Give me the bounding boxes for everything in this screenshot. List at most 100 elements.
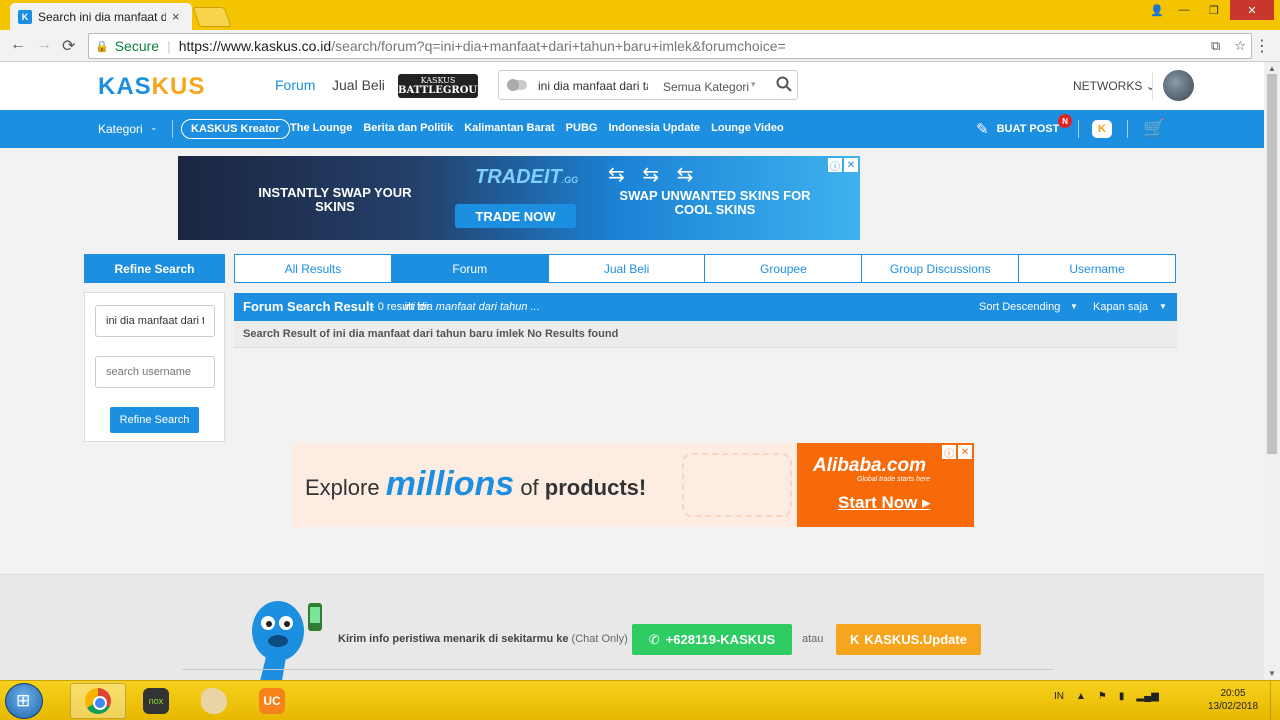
- kategori-menu[interactable]: Kategori: [98, 122, 143, 136]
- tab-jual-beli[interactable]: Jual Beli: [549, 255, 706, 282]
- new-tab-button[interactable]: [192, 7, 232, 27]
- header-divider: [1152, 72, 1153, 100]
- search-category-select[interactable]: Semua Kategori: [663, 80, 749, 94]
- language-indicator[interactable]: IN: [1054, 691, 1064, 702]
- back-arrow-icon[interactable]: ←: [10, 36, 26, 54]
- tab-forum[interactable]: Forum: [391, 255, 549, 282]
- battleground-logo[interactable]: KASKUS BATTLEGROUND: [398, 74, 495, 98]
- clock-date: 13/02/2018: [1207, 701, 1259, 712]
- taskbar-uc-browser[interactable]: UC: [244, 683, 300, 719]
- result-header: Forum Search Result - 0 result for ini d…: [234, 293, 1177, 321]
- search-input[interactable]: ini dia manfaat dari tahun baru imlek: [538, 79, 648, 93]
- sort-dropdown[interactable]: Sort Descending: [979, 301, 1060, 313]
- search-toggle[interactable]: [507, 79, 527, 91]
- nav-link-pubg[interactable]: PUBG: [566, 122, 598, 134]
- battery-icon[interactable]: ▮: [1119, 691, 1125, 702]
- atau-text: atau: [802, 633, 824, 645]
- browser-tab[interactable]: K Search ini dia manfaat dari tahun baru…: [10, 3, 192, 30]
- minimize-button[interactable]: —: [1170, 0, 1198, 20]
- trade-now-button[interactable]: TRADE NOW: [455, 204, 576, 228]
- tab-all-results[interactable]: All Results: [235, 255, 392, 282]
- close-window-button[interactable]: ✕: [1230, 0, 1274, 20]
- nox-icon: nox: [143, 688, 169, 714]
- start-button[interactable]: [5, 683, 43, 719]
- lock-icon: 🔒: [95, 40, 109, 53]
- ad-close-icon[interactable]: ✕: [958, 445, 972, 459]
- tab-username[interactable]: Username: [1019, 255, 1175, 282]
- ad-close-icon[interactable]: ✕: [844, 158, 858, 172]
- decorative-shapes: [682, 453, 792, 517]
- cart-icon[interactable]: 🛒: [1143, 118, 1165, 139]
- nav-link-kalimantan-barat[interactable]: Kalimantan Barat: [464, 122, 554, 134]
- nav-link-the-lounge[interactable]: The Lounge: [290, 122, 352, 134]
- refine-search-button[interactable]: Refine Search: [110, 407, 199, 433]
- whatsapp-icon: ✆: [648, 631, 660, 647]
- system-tray: IN ▲ ⚑ ▮ ▂▄▆: [1054, 691, 1159, 702]
- buat-post-button[interactable]: ✎ BUAT POST: [976, 120, 1059, 138]
- nav-link-indonesia-update[interactable]: Indonesia Update: [608, 122, 700, 134]
- footer-divider: [182, 669, 1054, 670]
- tab-group-discussions[interactable]: Group Discussions: [862, 255, 1020, 282]
- url-host: https://www.kaskus.co.id: [178, 38, 332, 54]
- flag-icon[interactable]: ⚑: [1098, 691, 1107, 702]
- scroll-up-icon[interactable]: ▲: [1268, 64, 1276, 73]
- address-bar[interactable]: 🔒 Secure | https://www.kaskus.co.id/sear…: [88, 33, 1252, 59]
- ad-info-icon[interactable]: ⓘ: [828, 158, 842, 173]
- username-search-input[interactable]: [95, 356, 215, 388]
- refine-search-title: Refine Search: [84, 254, 225, 283]
- taskbar-nox[interactable]: nox: [128, 683, 184, 719]
- page-viewport: KASKUS Forum Jual Beli KASKUS BATTLEGROUN…: [0, 62, 1264, 680]
- maximize-button[interactable]: ❐: [1200, 0, 1228, 20]
- scroll-down-icon[interactable]: ▼: [1268, 669, 1276, 678]
- show-desktop-button[interactable]: [1270, 681, 1280, 720]
- chrome-icon: [85, 688, 111, 714]
- profile-icon[interactable]: 👤: [1146, 0, 1168, 20]
- search-icon[interactable]: [775, 75, 793, 93]
- caret-down-icon: ▼: [1070, 302, 1078, 311]
- page-scrollbar[interactable]: ▲ ▼: [1264, 62, 1280, 680]
- kaskus-k-icon[interactable]: K: [1092, 120, 1112, 138]
- taskbar-clock[interactable]: 20:05 13/02/2018: [1203, 687, 1263, 713]
- result-query: ini dia manfaat dari tahun ...: [404, 301, 540, 313]
- forward-arrow-icon[interactable]: →: [36, 36, 52, 54]
- no-results-message: Search Result of ini dia manfaat dari ta…: [243, 328, 619, 340]
- kaskus-search-box: ini dia manfaat dari tahun baru imlek Se…: [498, 70, 798, 100]
- signal-icon[interactable]: ▂▄▆: [1136, 691, 1158, 702]
- nav-divider: [172, 120, 173, 138]
- footer-info-text: Kirim info peristiwa menarik di sekitarm…: [338, 633, 628, 645]
- ad-info-icon[interactable]: ⓘ: [942, 445, 956, 460]
- window-controls: 👤 — ❐ ✕: [1146, 0, 1274, 20]
- nav-link-berita-politik[interactable]: Berita dan Politik: [363, 122, 453, 134]
- whatsapp-button[interactable]: ✆ +628119-KASKUS: [632, 624, 792, 655]
- kaskus-logo[interactable]: KASKUS: [98, 73, 205, 101]
- menu-jual-beli[interactable]: Jual Beli: [332, 77, 385, 93]
- pencil-icon: ✎: [976, 121, 989, 138]
- user-avatar[interactable]: [1163, 70, 1194, 101]
- bookmark-star-icon[interactable]: ☆: [1234, 38, 1246, 54]
- category-navbar: Kategori ⌄ KASKUS Kreator The Lounge Ber…: [0, 110, 1264, 148]
- tab-title: Search ini dia manfaat dari tahun baru i…: [38, 9, 166, 24]
- menu-forum[interactable]: Forum: [275, 77, 315, 93]
- tab-close-icon[interactable]: ×: [172, 9, 180, 24]
- taskbar-paint[interactable]: [186, 683, 242, 719]
- networks-menu[interactable]: NETWORKS ⌄: [1073, 79, 1156, 93]
- scrollbar-thumb[interactable]: [1267, 74, 1277, 454]
- taskbar-chrome[interactable]: [70, 683, 126, 719]
- refine-query-input[interactable]: [95, 305, 215, 337]
- tradeit-banner-ad[interactable]: INSTANTLY SWAP YOUR SKINS TRADEIT.GG TRA…: [178, 156, 860, 240]
- nav-link-lounge-video[interactable]: Lounge Video: [711, 122, 784, 134]
- result-message-row: Search Result of ini dia manfaat dari ta…: [234, 321, 1177, 348]
- tray-arrow-icon[interactable]: ▲: [1076, 691, 1086, 702]
- alibaba-banner-ad[interactable]: Explore millions of products! Alibaba.co…: [292, 443, 974, 527]
- kaskus-kreator-link[interactable]: KASKUS Kreator: [181, 119, 290, 139]
- start-now-link[interactable]: Start Now ▸: [838, 493, 931, 513]
- reload-icon[interactable]: ⟳: [62, 36, 75, 56]
- time-filter-dropdown[interactable]: Kapan saja: [1093, 301, 1148, 313]
- chrome-menu-icon[interactable]: ⋮: [1254, 36, 1270, 56]
- tab-groupee[interactable]: Groupee: [705, 255, 863, 282]
- alibaba-tagline: Global trade starts here: [857, 476, 931, 483]
- kaskus-update-button[interactable]: K KASKUS.Update: [836, 624, 981, 655]
- browser-toolbar: ← → ⟳ 🔒 Secure | https://www.kaskus.co.i…: [0, 30, 1280, 62]
- chevron-down-icon: ⌄: [150, 122, 158, 132]
- translate-icon[interactable]: ⧉: [1211, 38, 1220, 54]
